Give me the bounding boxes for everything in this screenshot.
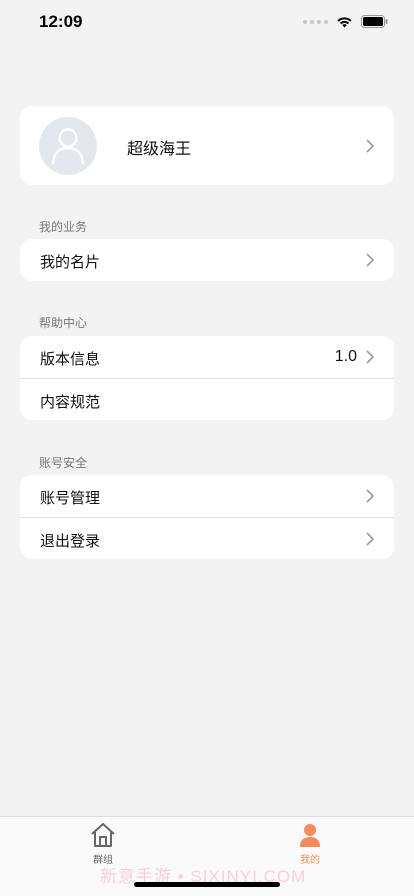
chevron-right-icon (366, 489, 374, 503)
section-title-business: 我的业务 (39, 220, 88, 234)
row-label: 我的名片 (40, 253, 101, 271)
row-logout[interactable]: 退出登录 (20, 517, 394, 559)
person-icon (300, 824, 320, 847)
row-content-guidelines[interactable]: 内容规范 (20, 378, 394, 420)
default-avatar-icon (51, 128, 85, 165)
row-version-info[interactable]: 版本信息 1.0 (20, 336, 394, 378)
row-account-management[interactable]: 账号管理 (20, 475, 394, 517)
section-title-account-security: 账号安全 (39, 456, 88, 470)
chevron-right-icon (366, 350, 374, 364)
section-title-help: 帮助中心 (39, 316, 88, 330)
account-card: 账号管理 退出登录 (20, 475, 394, 559)
row-my-card[interactable]: 我的名片 (20, 239, 394, 281)
row-label: 账号管理 (40, 489, 101, 507)
help-card: 版本信息 1.0 内容规范 (20, 336, 394, 420)
business-card: 我的名片 (20, 239, 394, 281)
row-label: 退出登录 (40, 532, 101, 550)
status-time: 12:09 (39, 12, 83, 31)
chevron-right-icon (366, 253, 374, 267)
profile-name: 超级海王 (127, 139, 192, 158)
battery-icon (361, 15, 388, 28)
status-bar: 12:09 (0, 0, 414, 46)
avatar (39, 117, 97, 175)
chevron-right-icon (366, 138, 374, 153)
version-value: 1.0 (334, 348, 357, 365)
profile-card[interactable]: 超级海王 (20, 106, 394, 185)
cellular-signal-icon (303, 19, 328, 24)
home-indicator (134, 882, 280, 887)
row-label: 内容规范 (40, 393, 101, 411)
row-label: 版本信息 (40, 350, 101, 368)
home-icon (91, 823, 115, 847)
wifi-icon (337, 16, 352, 27)
status-icons (303, 15, 388, 28)
chevron-right-icon (366, 531, 374, 546)
